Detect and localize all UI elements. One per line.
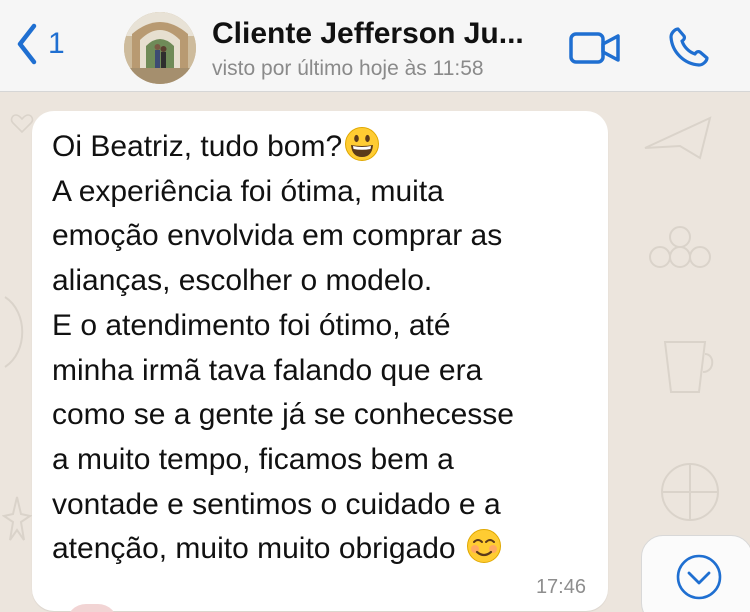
- last-seen-status: visto por último hoje às 11:58: [212, 57, 484, 80]
- video-call-icon[interactable]: [568, 28, 622, 68]
- avatar-photo: [124, 12, 196, 84]
- message-line: E o atendimento foi ótimo, até: [52, 308, 451, 342]
- doodle-star-icon: [2, 496, 32, 541]
- message-text: Oi Beatriz, tudo bom? A experiência foi …: [52, 125, 588, 572]
- contact-name: Cliente Jefferson Ju...: [212, 17, 524, 50]
- message-line: atenção, muito muito obrigado: [52, 527, 588, 572]
- message-bubble[interactable]: Oi Beatriz, tudo bom? A experiência foi …: [32, 111, 608, 611]
- chevron-down-circle-icon: [676, 554, 722, 600]
- doodle-cup-icon: [663, 341, 714, 393]
- grinning-face-emoji-icon: [345, 127, 380, 161]
- message-line: vontade e sentimos o cuidado e a: [52, 487, 501, 521]
- message-line: emoção envolvida em comprar as: [52, 219, 503, 253]
- contact-info[interactable]: Cliente Jefferson Ju... visto por último…: [212, 16, 562, 82]
- contact-avatar[interactable]: [124, 12, 196, 84]
- unread-count: 1: [48, 27, 65, 60]
- scroll-to-bottom-button[interactable]: [641, 535, 750, 612]
- doodle-leaf-icon: [4, 296, 24, 368]
- doodle-flower-icon: [649, 226, 711, 268]
- chat-header: 1 Cliente Jefferson Ju... visto por últi…: [0, 0, 750, 92]
- message-line: alianças, escolher o modelo.: [52, 264, 433, 298]
- chevron-left-icon: [17, 23, 37, 65]
- message-line: minha irmã tava falando que era: [52, 353, 483, 387]
- message-timestamp: 17:46: [535, 576, 586, 598]
- message-line: a muito tempo, ficamos bem a: [52, 442, 454, 476]
- smiling-face-emoji-icon: [466, 529, 501, 564]
- message-line: A experiência foi ótima, muita: [52, 174, 444, 208]
- doodle-heart-icon: [10, 114, 34, 134]
- phone-call-icon[interactable]: [666, 24, 712, 70]
- back-button[interactable]: 1: [14, 22, 65, 66]
- doodle-ball-icon: [661, 463, 719, 521]
- message-line: Oi Beatriz, tudo bom?: [52, 125, 588, 170]
- doodle-airplane-icon: [644, 116, 712, 160]
- message-line: como se a gente já se conhecesse: [52, 398, 514, 432]
